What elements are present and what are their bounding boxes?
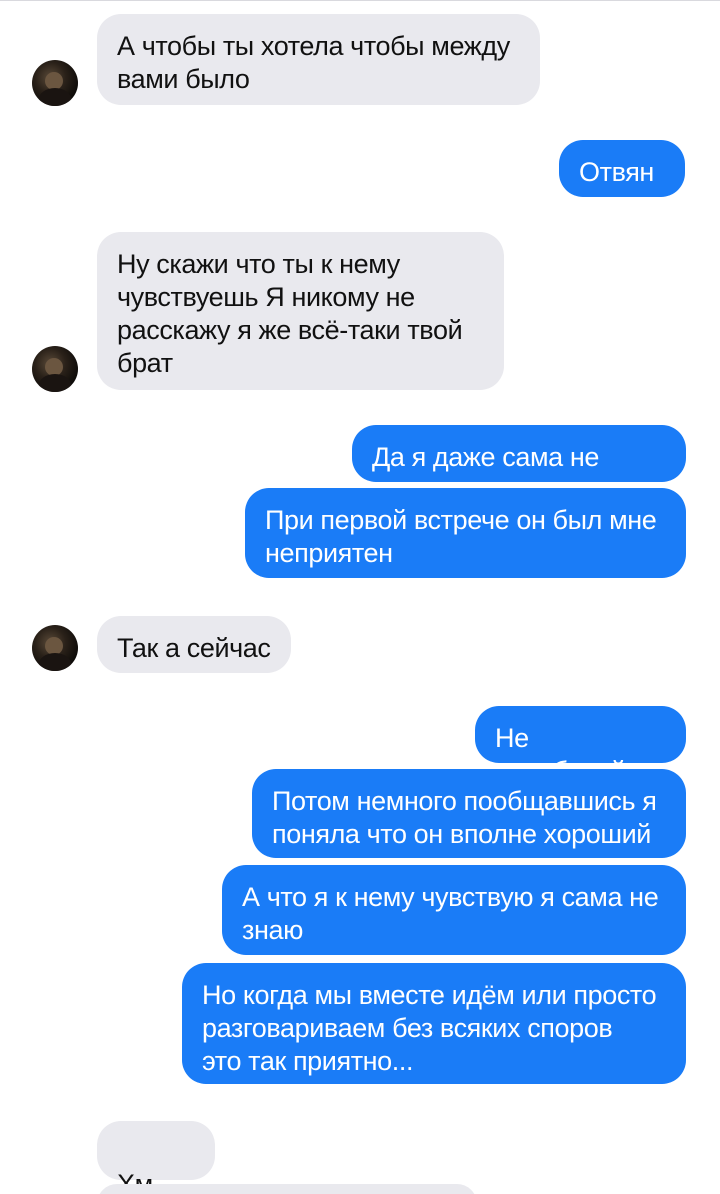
incoming-message[interactable]: Хм [97,1121,215,1194]
outgoing-message[interactable]: Но когда мы вместе идём или просто разго… [182,963,686,1084]
outgoing-message[interactable]: Отвянь [559,140,685,220]
outgoing-message[interactable]: При первой встрече он был мне неприятен [245,488,686,578]
outgoing-message[interactable]: Потом немного пообщавшись я поняла что о… [252,769,686,858]
outgoing-message[interactable]: А что я к нему чувствую я сама не знаю [222,865,686,955]
chat-thread: А чтобы ты хотела чтобы между вами было … [0,0,720,1194]
outgoing-message[interactable]: Да я даже сама не знаю [352,425,686,505]
incoming-message-partial[interactable] [97,1184,477,1194]
incoming-message[interactable]: А чтобы ты хотела чтобы между вами было [97,14,540,105]
contact-avatar[interactable] [32,625,78,671]
top-divider [0,0,720,1]
incoming-message[interactable]: Ну скажи что ты к нему чувствуешь Я нико… [97,232,504,390]
contact-avatar[interactable] [32,60,78,106]
contact-avatar[interactable] [32,346,78,392]
incoming-message[interactable]: Так а сейчас [97,616,291,673]
outgoing-message[interactable]: Не перебивай [475,706,686,786]
